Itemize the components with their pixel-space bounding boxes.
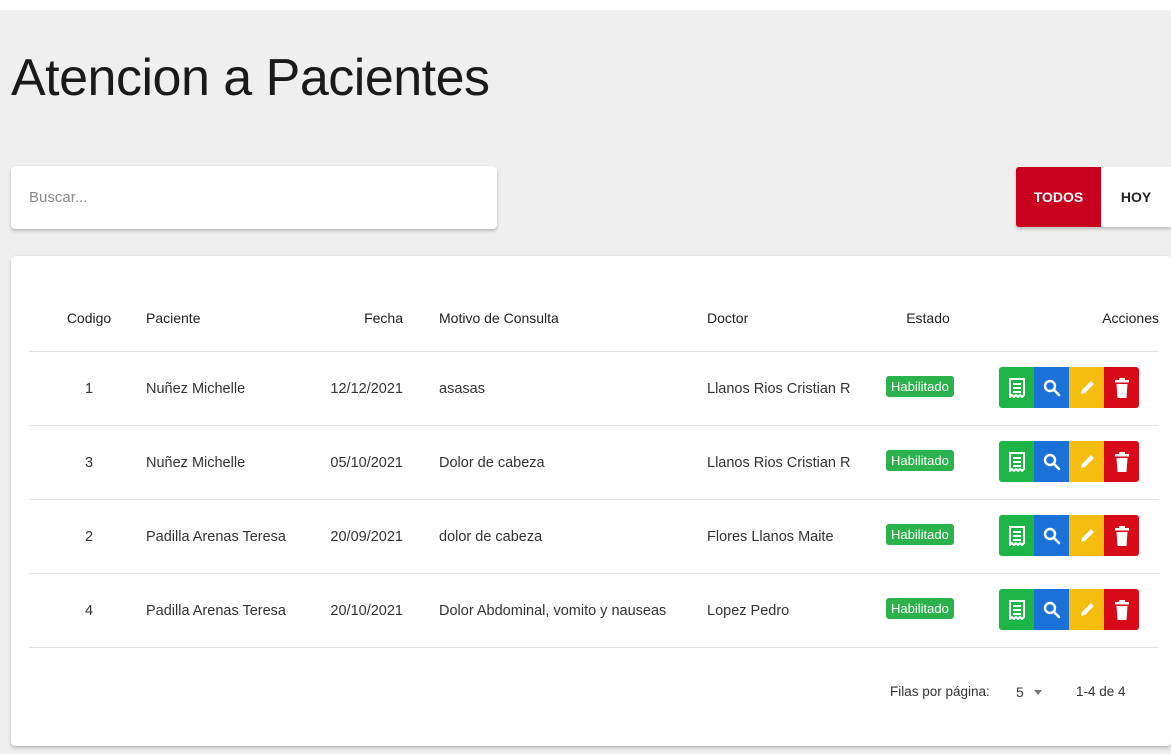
row-actions [999,515,1139,556]
table-row: 3 Nuñez Michelle 05/10/2021 Dolor de cabeza… [29,426,1159,500]
cell-paciente: Padilla Arenas Teresa [146,603,286,619]
row-actions [999,441,1139,482]
cell-doctor: Llanos Rios Cristian R [707,455,851,471]
cell-fecha: 20/10/2021 [330,603,403,619]
edit-button[interactable] [1069,367,1104,408]
search-icon [1043,453,1061,471]
search-box[interactable] [11,166,497,229]
cell-doctor: Lopez Pedro [707,603,790,619]
cell-doctor: Llanos Rios Cristian R [707,381,851,397]
receipt-icon [1008,451,1025,472]
header-codigo[interactable]: Codigo [29,310,149,326]
edit-button[interactable] [1069,589,1104,630]
pencil-icon [1078,601,1096,619]
pagination-range: 1-4 de 4 [1076,684,1126,699]
table-header: Codigo Paciente Fecha Motivo de Consulta… [29,256,1159,352]
cell-codigo: 4 [84,603,94,619]
trash-icon [1114,525,1130,547]
search-input[interactable] [11,166,497,229]
cell-doctor: Flores Llanos Maite [707,529,834,545]
cell-fecha: 20/09/2021 [330,529,403,545]
row-actions [999,589,1139,630]
edit-button[interactable] [1069,441,1104,482]
receipt-icon [1008,599,1025,620]
header-estado[interactable]: Estado [889,310,967,326]
view-button[interactable] [1034,441,1069,482]
patients-table: Codigo Paciente Fecha Motivo de Consulta… [11,256,1171,746]
header-motivo[interactable]: Motivo de Consulta [439,310,559,326]
status-badge: Habilitado [886,598,954,619]
cell-paciente: Padilla Arenas Teresa [146,529,286,545]
receipt-icon [1008,525,1025,546]
rows-per-page-value: 5 [1016,684,1024,700]
cell-paciente: Nuñez Michelle [146,381,246,397]
status-badge: Habilitado [886,450,954,471]
page-title: Atencion a Pacientes [11,49,490,107]
table-pagination: Filas por página: 5 1-4 de 4 [11,676,1171,716]
table-row: 2 Padilla Arenas Teresa 20/09/2021 dolor de… [29,500,1159,574]
search-icon [1043,601,1061,619]
cell-motivo: asasas [439,381,485,397]
rows-per-page-select[interactable]: 5 [1016,680,1042,704]
table-row: 4 Padilla Arenas Teresa 20/10/2021 Dolor Ab… [29,574,1159,648]
trash-icon [1114,599,1130,621]
date-filter-toggle: TODOS HOY [1016,167,1171,227]
pencil-icon [1078,453,1096,471]
search-icon [1043,379,1061,397]
filter-todos-button[interactable]: TODOS [1016,167,1101,227]
cell-fecha: 12/12/2021 [330,381,403,397]
rows-per-page-label: Filas por página: [890,684,990,699]
header-fecha[interactable]: Fecha [299,310,403,326]
delete-button[interactable] [1104,515,1139,556]
view-button[interactable] [1034,515,1069,556]
cell-paciente: Nuñez Michelle [146,455,246,471]
report-button[interactable] [999,515,1034,556]
report-button[interactable] [999,589,1034,630]
cell-codigo: 3 [84,455,94,471]
delete-button[interactable] [1104,441,1139,482]
report-button[interactable] [999,441,1034,482]
report-button[interactable] [999,367,1034,408]
status-badge: Habilitado [886,376,954,397]
header-paciente[interactable]: Paciente [146,310,200,326]
pencil-icon [1078,527,1096,545]
search-icon [1043,527,1061,545]
delete-button[interactable] [1104,367,1139,408]
receipt-icon [1008,377,1025,398]
edit-button[interactable] [1069,515,1104,556]
view-button[interactable] [1034,367,1069,408]
status-badge: Habilitado [886,524,954,545]
caret-down-icon [1033,689,1042,695]
delete-button[interactable] [1104,589,1139,630]
trash-icon [1114,451,1130,473]
cell-fecha: 05/10/2021 [330,455,403,471]
cell-motivo: Dolor Abdominal, vomito y nauseas [439,603,667,619]
table-row: 1 Nuñez Michelle 12/12/2021 asasas Llanos Ri… [29,352,1159,426]
header-acciones: Acciones [1102,310,1159,326]
pencil-icon [1078,379,1096,397]
filter-hoy-button[interactable]: HOY [1101,167,1171,227]
view-button[interactable] [1034,589,1069,630]
cell-codigo: 1 [84,381,94,397]
row-actions [999,367,1139,408]
cell-codigo: 2 [84,529,94,545]
cell-motivo: Dolor de cabeza [439,455,545,471]
cell-motivo: dolor de cabeza [439,529,543,545]
trash-icon [1114,377,1130,399]
header-doctor[interactable]: Doctor [707,310,748,326]
